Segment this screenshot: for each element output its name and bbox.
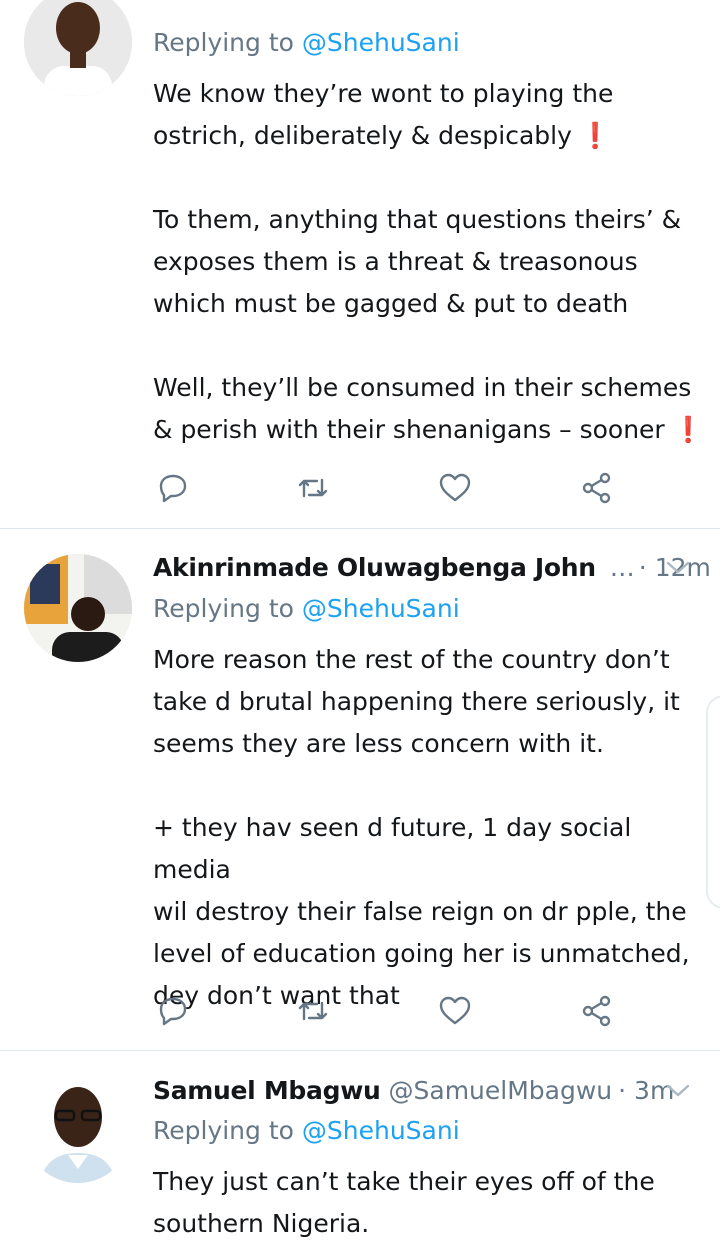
mention-link[interactable]: @ShehuSani [302,594,460,623]
heart-icon [439,473,471,502]
tweet-text: They just can’t take their eyes off of t… [153,1167,655,1238]
tweet-actions [155,993,615,1029]
tweet-text: More reason the rest of the country don’… [153,645,690,1010]
retweet-button[interactable] [295,993,331,1029]
share-icon [582,995,611,1027]
reply-button[interactable] [155,470,191,506]
avatar[interactable] [24,0,132,96]
replying-to-label: Replying to [153,594,302,623]
tweet-header: Samuel Mbagwu @SamuelMbagwu · 3m [153,1070,700,1110]
display-name[interactable]: Samuel Mbagwu [153,1076,381,1105]
tweet-header: Akinrinmade Oluwagbenga John … · 12m [153,547,711,587]
reply-button[interactable] [155,993,191,1029]
tweet-3[interactable]: Samuel Mbagwu @SamuelMbagwu · 3m Replyin… [0,1051,720,1257]
tweet-2[interactable]: Akinrinmade Oluwagbenga John … · 12m Rep… [0,529,720,1050]
mention-link[interactable]: @ShehuSani [302,1116,460,1145]
tweet-text: We know they’re wont to playing the ostr… [153,79,704,444]
share-button[interactable] [579,993,615,1029]
retweet-button[interactable] [295,470,331,506]
mention-link[interactable]: @ShehuSani [302,28,460,57]
replying-to: Replying to @ShehuSani [153,1116,460,1145]
handle[interactable]: @SamuelMbagwu [389,1076,613,1105]
avatar[interactable] [24,1075,132,1183]
like-button[interactable] [437,470,473,506]
replying-to-label: Replying to [153,1116,302,1145]
avatar[interactable] [24,554,132,662]
retweet-icon [298,478,328,498]
tweet-1[interactable]: Replying to @ShehuSani We know they’re w… [0,0,720,528]
heart-icon [439,996,471,1025]
reply-icon [159,997,187,1026]
tweet-actions [155,470,615,506]
share-icon [582,472,611,504]
scroll-handle[interactable] [706,695,720,909]
display-name[interactable]: Akinrinmade Oluwagbenga John [153,553,596,582]
retweet-icon [298,1001,328,1021]
replying-to-label: Replying to [153,28,302,57]
replying-to: Replying to @ShehuSani [153,28,460,57]
like-button[interactable] [437,993,473,1029]
chevron-down-icon[interactable] [664,1076,692,1104]
share-button[interactable] [579,470,615,506]
replying-to: Replying to @ShehuSani [153,594,460,623]
handle-truncated: … [609,552,635,582]
reply-icon [159,474,187,503]
chevron-down-icon[interactable] [664,553,692,581]
